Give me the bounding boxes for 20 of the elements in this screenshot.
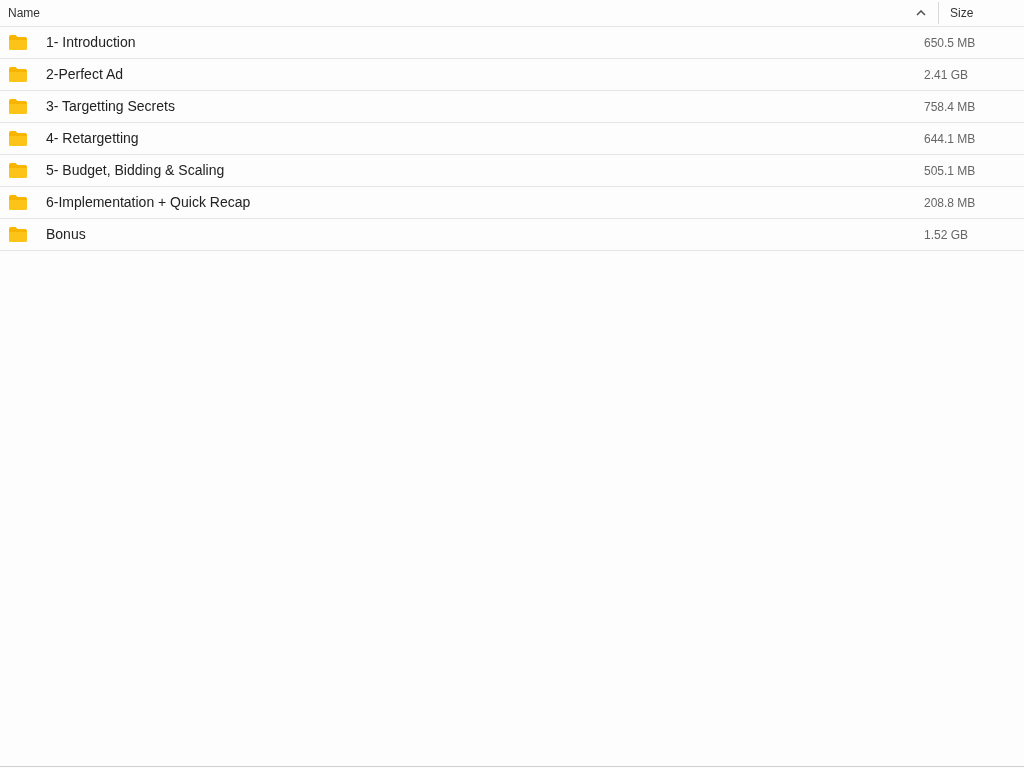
- folder-icon: [9, 131, 27, 146]
- folder-icon: [9, 227, 27, 242]
- folder-icon: [9, 35, 27, 50]
- file-size: 644.1 MB: [924, 130, 976, 148]
- column-header[interactable]: Name: [8, 4, 916, 22]
- folder-icon: [9, 195, 27, 210]
- folder-icon: [9, 67, 27, 82]
- folder-name[interactable]: 3- Targetting Secrets: [46, 96, 926, 117]
- folder-name[interactable]: Bonus: [46, 224, 926, 245]
- file-size: 758.4 MB: [924, 98, 976, 116]
- file-size: 505.1 MB: [924, 162, 976, 180]
- folder-icon: [9, 99, 27, 114]
- folder-icon: [9, 163, 27, 178]
- file-size: 2.41 GB: [924, 66, 969, 84]
- file-size: 208.8 MB: [924, 194, 976, 212]
- column-header[interactable]: Size: [939, 4, 974, 22]
- file-size: 1.52 GB: [924, 226, 969, 244]
- sort-caret-icon[interactable]: [916, 10, 926, 16]
- file-size: 650.5 MB: [924, 34, 976, 52]
- folder-name[interactable]: 5- Budget, Bidding & Scaling: [46, 160, 926, 181]
